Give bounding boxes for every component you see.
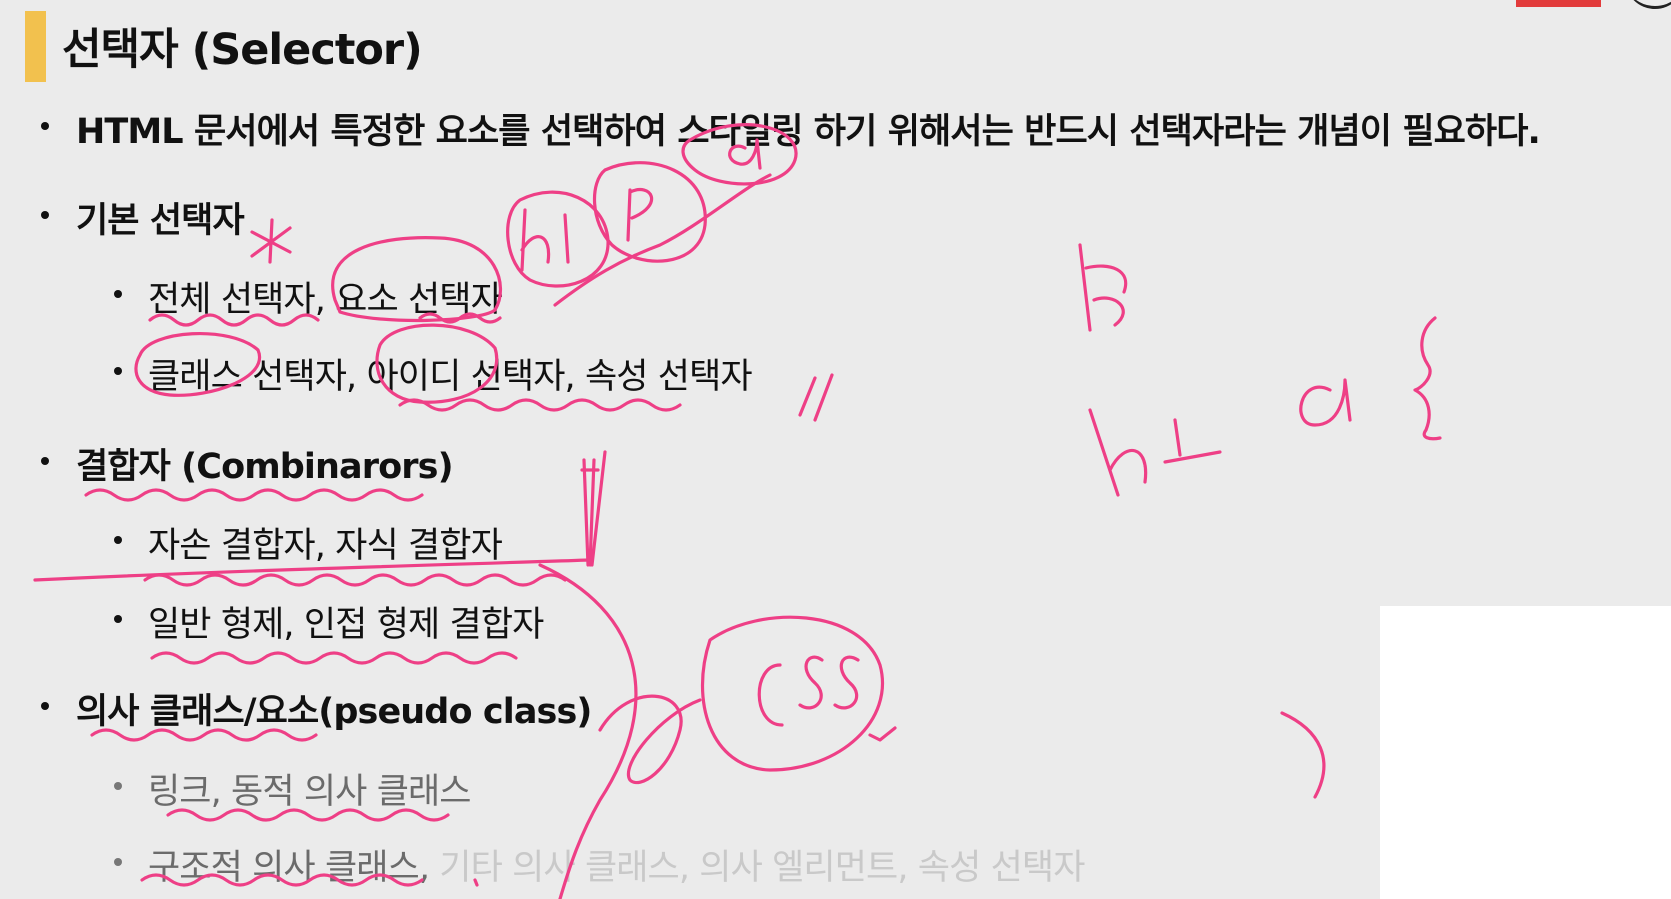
- ink-squiggle-attr: [398, 398, 682, 412]
- sub-item-descendant-child: 자손 결합자, 자식 결합자: [148, 526, 503, 566]
- ink-h1-text: [520, 208, 570, 272]
- red-tab-marker: [1516, 0, 1601, 7]
- bullet-basic-selectors: 기본 선택자: [76, 201, 245, 241]
- ink-asterisk: [250, 218, 292, 264]
- ink-exclamation: [580, 450, 607, 567]
- sub-item-sibling: 일반 형제, 인접 형제 결합자: [148, 605, 544, 645]
- bullet-dot: [41, 702, 49, 710]
- sub-item-universal-element: 전체 선택자, 요소 선택자: [148, 280, 503, 320]
- sub-bullet-dot: [114, 290, 122, 298]
- ink-css-oval: [701, 615, 884, 772]
- bullet-intro: HTML 문서에서 특정한 요소를 선택하여 스타일링 하기 위해서는 반드시 …: [76, 112, 1541, 152]
- bullet-dot: [41, 457, 49, 465]
- sub-bullet-dot: [114, 367, 122, 375]
- white-panel: [1380, 606, 1671, 899]
- sub-bullet-dot: [114, 615, 122, 623]
- ink-loop: [598, 694, 702, 785]
- bullet-dot: [41, 122, 49, 130]
- ink-closing-paren: [1280, 711, 1326, 799]
- ink-squiggle-descendant: [143, 573, 567, 587]
- sub-bullet-dot: [114, 858, 122, 866]
- ink-css-text: [757, 655, 860, 727]
- structural-faded-text: 기타 의사 클래스, 의사 엘리먼트, 속성 선택자: [429, 848, 1085, 888]
- sub-item-class-id-attr: 클래스 선택자, 아이디 선택자, 속성 선택자: [148, 357, 753, 397]
- sub-bullet-dot: [114, 782, 122, 790]
- sub-item-structural: 구조적 의사 클래스, 기타 의사 클래스, 의사 엘리먼트, 속성 선택자: [148, 839, 1085, 890]
- ink-tail-line: [553, 173, 772, 307]
- corner-swoosh-icon: [1625, 0, 1671, 9]
- ink-p-text: [626, 188, 654, 242]
- ink-h1-oval: [506, 190, 610, 288]
- ink-css-tail: [868, 726, 897, 742]
- bullet-combinators: 결합자 (Combinarors): [76, 447, 454, 487]
- ink-h1a-text: [1088, 408, 1222, 497]
- ink-korean-scribble: [1078, 243, 1128, 332]
- slide: 선택자 (Selector) HTML 문서에서 특정한 요소를 선택하여 스타…: [0, 0, 1671, 899]
- ink-squiggle-combinators: [84, 488, 424, 502]
- page-title: 선택자 (Selector): [62, 25, 423, 75]
- ink-brace: [1413, 316, 1442, 441]
- ink-a-handwritten: [1299, 378, 1352, 427]
- structural-visible-text: 구조적 의사 클래스,: [148, 848, 430, 888]
- ink-squiggle-sibling: [150, 651, 518, 665]
- sub-bullet-dot: [114, 536, 122, 544]
- bullet-dot: [41, 211, 49, 219]
- ink-double-slash: [798, 373, 834, 422]
- bullet-pseudo: 의사 클래스/요소(pseudo class): [76, 692, 592, 732]
- sub-item-link-dynamic: 링크, 동적 의사 클래스: [148, 772, 472, 812]
- ink-p-oval: [593, 161, 707, 263]
- title-accent-bar: [25, 11, 46, 82]
